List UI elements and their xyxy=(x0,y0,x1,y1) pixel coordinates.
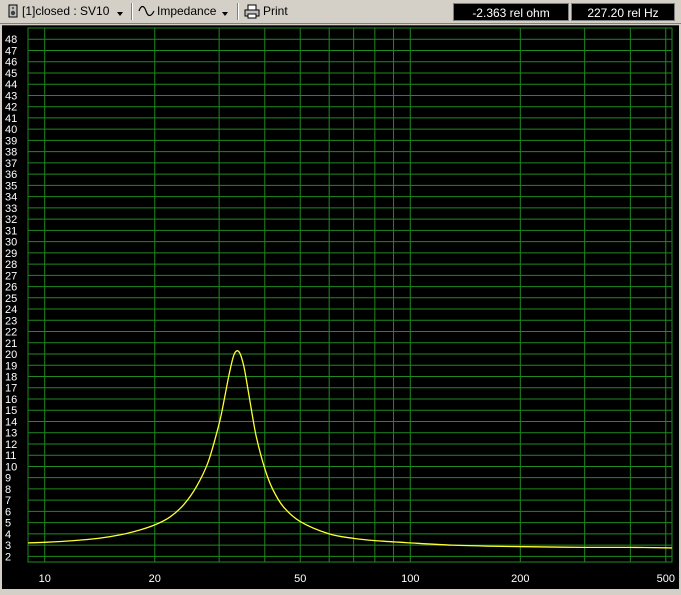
y-tick-label: 48 xyxy=(5,34,17,46)
y-tick-label: 23 xyxy=(5,315,17,327)
y-tick-label: 5 xyxy=(5,518,11,530)
y-tick-label: 40 xyxy=(5,124,17,136)
speaker-box-icon xyxy=(8,4,18,18)
x-tick-label: 200 xyxy=(511,573,529,585)
printer-icon xyxy=(244,4,260,19)
y-tick-label: 45 xyxy=(5,68,17,80)
y-tick-label: 3 xyxy=(5,540,11,552)
y-tick-label: 33 xyxy=(5,203,17,215)
y-tick-label: 19 xyxy=(5,360,17,372)
toolbar-separator xyxy=(131,3,133,20)
x-tick-label: 50 xyxy=(294,573,306,585)
y-tick-label: 17 xyxy=(5,383,17,395)
y-tick-label: 10 xyxy=(5,461,17,473)
toolbar: [1]closed : SV10 Impedance Print -2.363 … xyxy=(0,0,681,24)
y-tick-label: 43 xyxy=(5,90,17,102)
y-tick-label: 32 xyxy=(5,214,17,226)
y-tick-label: 46 xyxy=(5,57,17,69)
analyzer-window: [1]closed : SV10 Impedance Print -2.363 … xyxy=(0,0,681,591)
print-button[interactable]: Print xyxy=(244,2,292,21)
impedance-curve xyxy=(27,350,673,549)
curve-selector-label: [1]closed : SV10 xyxy=(22,4,110,18)
y-tick-label: 44 xyxy=(5,79,17,91)
x-tick-label: 100 xyxy=(401,573,419,585)
y-tick-label: 37 xyxy=(5,158,17,170)
impedance-chart: 2345678910111213141516171819202122232425… xyxy=(5,27,675,585)
y-tick-label: 26 xyxy=(5,282,17,294)
y-tick-label: 24 xyxy=(5,304,17,316)
y-tick-label: 41 xyxy=(5,113,17,125)
y-tick-label: 35 xyxy=(5,180,17,192)
y-tick-label: 15 xyxy=(5,405,17,417)
y-tick-label: 12 xyxy=(5,439,17,451)
y-tick-label: 2 xyxy=(5,551,11,563)
y-tick-label: 34 xyxy=(5,192,17,204)
y-tick-label: 21 xyxy=(5,338,17,350)
chevron-down-icon xyxy=(222,12,228,16)
y-tick-label: 30 xyxy=(5,237,17,249)
y-tick-label: 42 xyxy=(5,102,17,114)
x-tick-label: 500 xyxy=(657,573,675,585)
y-tick-label: 28 xyxy=(5,259,17,271)
y-tick-label: 8 xyxy=(5,484,11,496)
x-tick-label: 20 xyxy=(149,573,161,585)
y-tick-label: 36 xyxy=(5,169,17,181)
plot-area[interactable]: 2 3 4 5 6 7 8 9 10 11 12 13 14 15 16 17 18 19 20 21 22 23 24 25… xyxy=(2,25,679,589)
y-tick-label: 25 xyxy=(5,293,17,305)
plot-border xyxy=(27,27,673,563)
y-tick-label: 7 xyxy=(5,495,11,507)
value-readout: -2.363 rel ohm xyxy=(453,3,569,21)
x-tick-label: 10 xyxy=(39,573,51,585)
y-tick-label: 38 xyxy=(5,147,17,159)
mode-selector[interactable]: Impedance xyxy=(157,2,233,21)
toolbar-separator xyxy=(237,3,239,20)
y-tick-label: 27 xyxy=(5,270,17,282)
y-tick-label: 6 xyxy=(5,506,11,518)
mode-selector-label: Impedance xyxy=(157,4,217,18)
y-tick-label: 29 xyxy=(5,248,17,260)
y-tick-label: 47 xyxy=(5,45,17,57)
curve-selector[interactable]: [1]closed : SV10 xyxy=(22,2,130,21)
y-tick-label: 13 xyxy=(5,428,17,440)
y-tick-label: 4 xyxy=(5,529,11,541)
sine-wave-icon xyxy=(138,5,155,17)
y-tick-label: 14 xyxy=(5,416,17,428)
y-tick-label: 11 xyxy=(5,450,16,462)
y-tick-label: 31 xyxy=(5,225,17,237)
y-tick-label: 16 xyxy=(5,394,17,406)
y-tick-label: 9 xyxy=(5,473,11,485)
y-tick-label: 18 xyxy=(5,372,17,384)
y-tick-label: 20 xyxy=(5,349,17,361)
frequency-readout: 227.20 rel Hz xyxy=(571,3,675,21)
y-tick-label: 22 xyxy=(5,327,17,339)
y-tick-label: 39 xyxy=(5,135,17,147)
print-label: Print xyxy=(263,4,288,18)
chevron-down-icon xyxy=(117,12,123,16)
